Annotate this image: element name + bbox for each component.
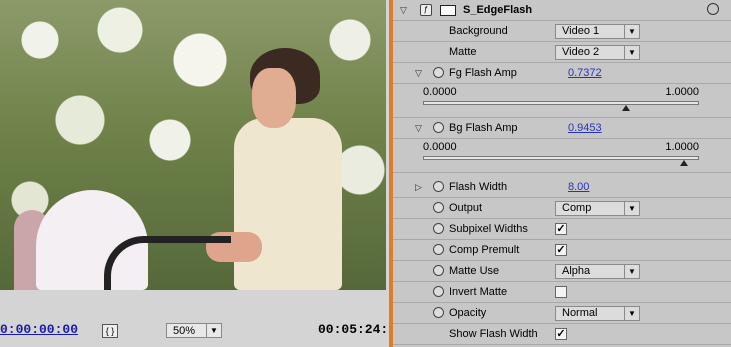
slider-min: 0.0000 bbox=[423, 141, 457, 153]
stopwatch-icon[interactable] bbox=[433, 244, 444, 255]
bg-flash-amp-slider[interactable] bbox=[423, 156, 699, 160]
slider-thumb[interactable] bbox=[679, 160, 688, 166]
video-frame bbox=[0, 0, 386, 290]
bg-flash-amp-value[interactable]: 0.9453 bbox=[568, 122, 602, 134]
background-select[interactable]: Video 1 ▼ bbox=[555, 24, 640, 39]
zoom-value: 50% bbox=[173, 325, 196, 337]
effect-header: ▽ ƒ S_EdgeFlash bbox=[393, 0, 731, 21]
slider-max: 1.0000 bbox=[665, 86, 699, 98]
show-flash-width-checkbox[interactable]: ✓ bbox=[555, 328, 567, 340]
param-subpixel-widths: Subpixel Widths ✓ bbox=[393, 219, 731, 240]
select-value: Video 2 bbox=[562, 46, 600, 58]
stopwatch-icon[interactable] bbox=[433, 223, 444, 234]
twirl-down-icon[interactable]: ▽ bbox=[400, 5, 407, 16]
param-flash-width: ▷ Flash Width 8.00 bbox=[393, 177, 731, 198]
person-face bbox=[252, 68, 296, 128]
monitor-controls: 0:00:00:00 { } 50% ▼ 00:05:24:14 bbox=[0, 290, 404, 347]
param-label: Output bbox=[449, 202, 483, 214]
param-opacity: Opacity Normal ▼ bbox=[393, 303, 731, 324]
bg-flash-amp-slider-row: 0.0000 1.0000 bbox=[393, 139, 731, 173]
stopwatch-icon[interactable] bbox=[433, 202, 444, 213]
param-bg-flash-amp: ▽ Bg Flash Amp 0.9453 bbox=[393, 118, 731, 139]
reset-icon[interactable] bbox=[707, 3, 719, 15]
subpixel-widths-checkbox[interactable]: ✓ bbox=[555, 223, 567, 235]
param-fg-flash-amp: ▽ Fg Flash Amp 0.7372 bbox=[393, 63, 731, 84]
param-label: Fg Flash Amp bbox=[449, 67, 517, 79]
stopwatch-icon[interactable] bbox=[433, 307, 444, 318]
param-matte-use: Matte Use Alpha ▼ bbox=[393, 261, 731, 282]
twirl-right-icon[interactable]: ▷ bbox=[415, 182, 422, 193]
param-invert-matte: Invert Matte bbox=[393, 282, 731, 303]
param-label: Background bbox=[449, 25, 508, 37]
stopwatch-icon[interactable] bbox=[433, 181, 444, 192]
effect-controls-panel: ▽ ƒ S_EdgeFlash Background Video 1 ▼ Matt… bbox=[393, 0, 731, 347]
param-show-flash-width: Show Flash Width ✓ bbox=[393, 324, 731, 345]
fg-flash-amp-slider-row: 0.0000 1.0000 bbox=[393, 84, 731, 118]
comp-premult-checkbox[interactable]: ✓ bbox=[555, 244, 567, 256]
stroller-handle bbox=[104, 236, 231, 290]
select-value: Video 1 bbox=[562, 25, 600, 37]
slider-thumb[interactable] bbox=[622, 105, 631, 111]
matte-use-select[interactable]: Alpha ▼ bbox=[555, 264, 640, 279]
select-value: Alpha bbox=[562, 265, 591, 277]
param-label: Comp Premult bbox=[449, 244, 520, 256]
output-select[interactable]: Comp ▼ bbox=[555, 201, 640, 216]
chevron-down-icon: ▼ bbox=[206, 324, 221, 337]
clip-icon bbox=[440, 5, 456, 16]
stopwatch-icon[interactable] bbox=[433, 286, 444, 297]
param-background: Background Video 1 ▼ bbox=[393, 21, 731, 42]
chevron-down-icon: ▼ bbox=[624, 46, 639, 59]
select-value: Normal bbox=[562, 307, 598, 319]
slider-min: 0.0000 bbox=[423, 86, 457, 98]
stopwatch-icon[interactable] bbox=[433, 265, 444, 276]
stopwatch-icon[interactable] bbox=[433, 122, 444, 133]
safe-margins-icon[interactable]: { } bbox=[102, 324, 118, 338]
person-body bbox=[234, 118, 342, 290]
param-label: Invert Matte bbox=[449, 286, 508, 298]
param-comp-premult: Comp Premult ✓ bbox=[393, 240, 731, 261]
param-output: Output Comp ▼ bbox=[393, 198, 731, 219]
fx-toggle-icon[interactable]: ƒ bbox=[420, 4, 432, 16]
matte-select[interactable]: Video 2 ▼ bbox=[555, 45, 640, 60]
zoom-select[interactable]: 50% ▼ bbox=[166, 323, 222, 338]
effect-name: S_EdgeFlash bbox=[463, 4, 533, 16]
param-label: Bg Flash Amp bbox=[449, 122, 518, 134]
param-label: Flash Width bbox=[449, 181, 508, 193]
chevron-down-icon: ▼ bbox=[624, 202, 639, 215]
select-value: Comp bbox=[562, 202, 592, 214]
chevron-down-icon: ▼ bbox=[624, 307, 639, 320]
flash-width-value[interactable]: 8.00 bbox=[568, 181, 589, 193]
param-matte: Matte Video 2 ▼ bbox=[393, 42, 731, 63]
fg-flash-amp-value[interactable]: 0.7372 bbox=[568, 67, 602, 79]
opacity-select[interactable]: Normal ▼ bbox=[555, 306, 640, 321]
chevron-down-icon: ▼ bbox=[624, 265, 639, 278]
fg-flash-amp-slider[interactable] bbox=[423, 101, 699, 105]
param-label: Show Flash Width bbox=[449, 328, 538, 340]
stopwatch-icon[interactable] bbox=[433, 67, 444, 78]
program-monitor: 0:00:00:00 { } 50% ▼ 00:05:24:14 bbox=[0, 0, 404, 347]
chevron-down-icon: ▼ bbox=[624, 25, 639, 38]
param-label: Opacity bbox=[449, 307, 487, 319]
invert-matte-checkbox[interactable] bbox=[555, 286, 567, 298]
param-label: Subpixel Widths bbox=[449, 223, 528, 235]
current-timecode[interactable]: 0:00:00:00 bbox=[0, 322, 78, 337]
twirl-down-icon[interactable]: ▽ bbox=[415, 123, 422, 134]
param-label: Matte Use bbox=[449, 265, 500, 277]
twirl-down-icon[interactable]: ▽ bbox=[415, 68, 422, 79]
slider-max: 1.0000 bbox=[665, 141, 699, 153]
param-label: Matte bbox=[449, 46, 477, 58]
